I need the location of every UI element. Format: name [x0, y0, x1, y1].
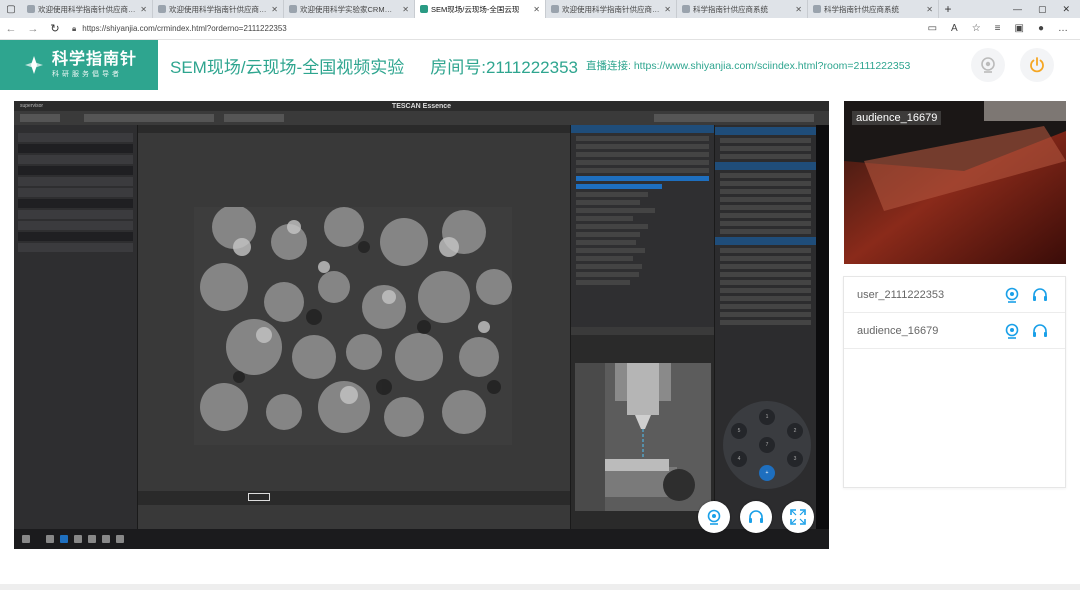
browser-tab[interactable]: 欢迎使用科学指南针供应商平台 ✕ [22, 0, 153, 18]
tab-favicon-icon [551, 5, 559, 13]
logo-name: 科学指南针 [52, 51, 138, 68]
brand-logo[interactable]: 科学指南针 科研服务倡导者 [0, 40, 158, 90]
site-header: 科学指南针 科研服务倡导者 SEM现场/云现场-全国视频实验 房间号:21112… [0, 40, 1080, 90]
window-menu-icon[interactable]: ▢ [0, 0, 22, 18]
headset-icon[interactable] [1031, 286, 1049, 304]
tab-label: 欢迎使用科学实验家CRM系统 [300, 4, 400, 14]
fullscreen-icon [790, 509, 806, 525]
minimize-icon[interactable]: — [1013, 4, 1022, 15]
webcam-icon[interactable] [1003, 286, 1021, 304]
camera-permission-icon[interactable]: ▭ [928, 23, 937, 34]
tab-favicon-icon [813, 5, 821, 13]
lock-icon: 🔒︎ [72, 23, 77, 33]
back-icon[interactable]: ← [0, 23, 22, 35]
address-bar-actions: ▭ A ☆ ≡ ▣ ● … [928, 23, 1080, 34]
read-aloud-icon[interactable]: A [951, 23, 958, 34]
webcam-icon [981, 57, 995, 73]
compass-logo-icon [25, 56, 43, 74]
reload-icon[interactable]: ↻ [44, 22, 66, 35]
tab-favicon-icon [682, 5, 690, 13]
sem-toolbar [14, 111, 829, 125]
participant-name: audience_16679 [857, 324, 939, 337]
scale-bar [248, 493, 270, 501]
browser-tab[interactable]: 欢迎使用科学指南针供应商平台 ✕ [546, 0, 677, 18]
sem-chamber-panel [570, 327, 714, 529]
audience-video-thumbnail[interactable]: audience_16679 [844, 101, 1066, 264]
live-link-url[interactable]: https://www.shiyanjia.com/sciindex.html?… [634, 60, 911, 72]
room-number: 房间号:2111222353 [430, 57, 578, 77]
sem-settings-panel [570, 125, 714, 327]
tab-close-icon[interactable]: ✕ [140, 5, 147, 14]
fullscreen-button[interactable] [782, 501, 814, 533]
new-tab-button[interactable]: + [939, 2, 957, 16]
leave-room-button[interactable] [1020, 48, 1054, 82]
url-field[interactable]: 🔒︎ https://shiyanjia.com/crmindex.html?o… [72, 24, 872, 34]
window-controls: — ▢ ✕ [1013, 4, 1080, 15]
audio-overlay-button[interactable] [740, 501, 772, 533]
browser-tab-bar: ▢ 欢迎使用科学指南针供应商平台 ✕ 欢迎使用科学指南针供应商平台 ✕ 欢迎使用科学实验… [0, 0, 1080, 18]
page-title: SEM现场/云现场-全国视频实验 [170, 57, 405, 77]
url-text: https://shiyanjia.com/crmindex.html?orde… [82, 24, 287, 33]
tab-favicon-icon [420, 5, 428, 13]
tab-label: 欢迎使用科学指南针供应商平台 [38, 4, 138, 14]
browser-tab[interactable]: 欢迎使用科学实验家CRM系统 ✕ [284, 0, 415, 18]
page-scrollbar[interactable] [0, 584, 1080, 590]
webcam-icon [707, 509, 721, 525]
browser-tab[interactable]: 科学指南针供应商系统 ✕ [808, 0, 939, 18]
sem-left-panel [14, 125, 138, 529]
profile-icon[interactable]: ● [1038, 23, 1044, 34]
tab-close-icon[interactable]: ✕ [533, 5, 540, 14]
sem-app-titlebar: supervisor TESCAN Essence [14, 101, 829, 111]
tab-list: 欢迎使用科学指南针供应商平台 ✕ 欢迎使用科学指南针供应商平台 ✕ 欢迎使用科学实验家C… [22, 0, 939, 18]
chamber-camera-view [575, 363, 711, 511]
headset-icon [749, 510, 763, 523]
sem-status-bar [138, 491, 570, 505]
sem-control-panel: 5 1 2 7 4 3 + [714, 125, 816, 529]
tab-label: 欢迎使用科学指南针供应商平台 [562, 4, 662, 14]
live-link-label: 直播连接: [585, 59, 631, 72]
participant-list: user_2111222353 audience_16679 [843, 276, 1066, 488]
participant-row: audience_16679 [844, 313, 1065, 349]
more-icon[interactable]: … [1058, 23, 1068, 34]
headset-icon[interactable] [1031, 322, 1049, 340]
browser-tab[interactable]: SEM现场/云现场-全国云现 ✕ [415, 0, 546, 18]
tab-favicon-icon [27, 5, 35, 13]
webcam-icon[interactable] [1003, 322, 1021, 340]
tab-label: SEM现场/云现场-全国云现 [431, 4, 520, 14]
main-video-stream: supervisor TESCAN Essence 5 1 2 7 4 3 + [14, 101, 829, 549]
collections-icon[interactable]: ▣ [1015, 23, 1024, 34]
tab-label: 科学指南针供应商系统 [824, 4, 899, 14]
participant-name: user_2111222353 [857, 288, 945, 301]
tab-label: 科学指南针供应商系统 [693, 4, 768, 14]
camera-toggle-button[interactable] [971, 48, 1005, 82]
sem-micrograph [194, 207, 512, 445]
tab-favicon-icon [158, 5, 166, 13]
tab-close-icon[interactable]: ✕ [926, 5, 933, 14]
logo-tagline: 科研服务倡导者 [52, 71, 122, 78]
participant-row: user_2111222353 [844, 277, 1065, 313]
tab-favicon-icon [289, 5, 297, 13]
maximize-icon[interactable]: ▢ [1038, 4, 1047, 15]
browser-tab[interactable]: 科学指南针供应商系统 ✕ [677, 0, 808, 18]
tab-close-icon[interactable]: ✕ [795, 5, 802, 14]
sem-image-viewport [138, 125, 570, 529]
camera-overlay-button[interactable] [698, 501, 730, 533]
sem-app-title: TESCAN Essence [391, 102, 452, 110]
address-bar: ← → ↻ 🔒︎ https://shiyanjia.com/crmindex.… [0, 18, 1080, 40]
forward-icon[interactable]: → [22, 23, 44, 35]
tab-label: 欢迎使用科学指南针供应商平台 [169, 4, 269, 14]
close-icon[interactable]: ✕ [1062, 4, 1070, 15]
thumbnail-name: audience_16679 [852, 111, 942, 125]
tab-close-icon[interactable]: ✕ [402, 5, 409, 14]
remote-taskbar [14, 529, 829, 549]
power-icon [1030, 57, 1044, 73]
browser-tab[interactable]: 欢迎使用科学指南针供应商平台 ✕ [153, 0, 284, 18]
stage-joystick: 5 1 2 7 4 3 + [723, 401, 811, 489]
favorite-icon[interactable]: ☆ [972, 23, 981, 34]
tab-close-icon[interactable]: ✕ [664, 5, 671, 14]
favorites-list-icon[interactable]: ≡ [995, 23, 1001, 34]
tab-close-icon[interactable]: ✕ [271, 5, 278, 14]
live-link[interactable]: 直播连接: https://www.shiyanjia.com/sciindex… [586, 58, 910, 73]
